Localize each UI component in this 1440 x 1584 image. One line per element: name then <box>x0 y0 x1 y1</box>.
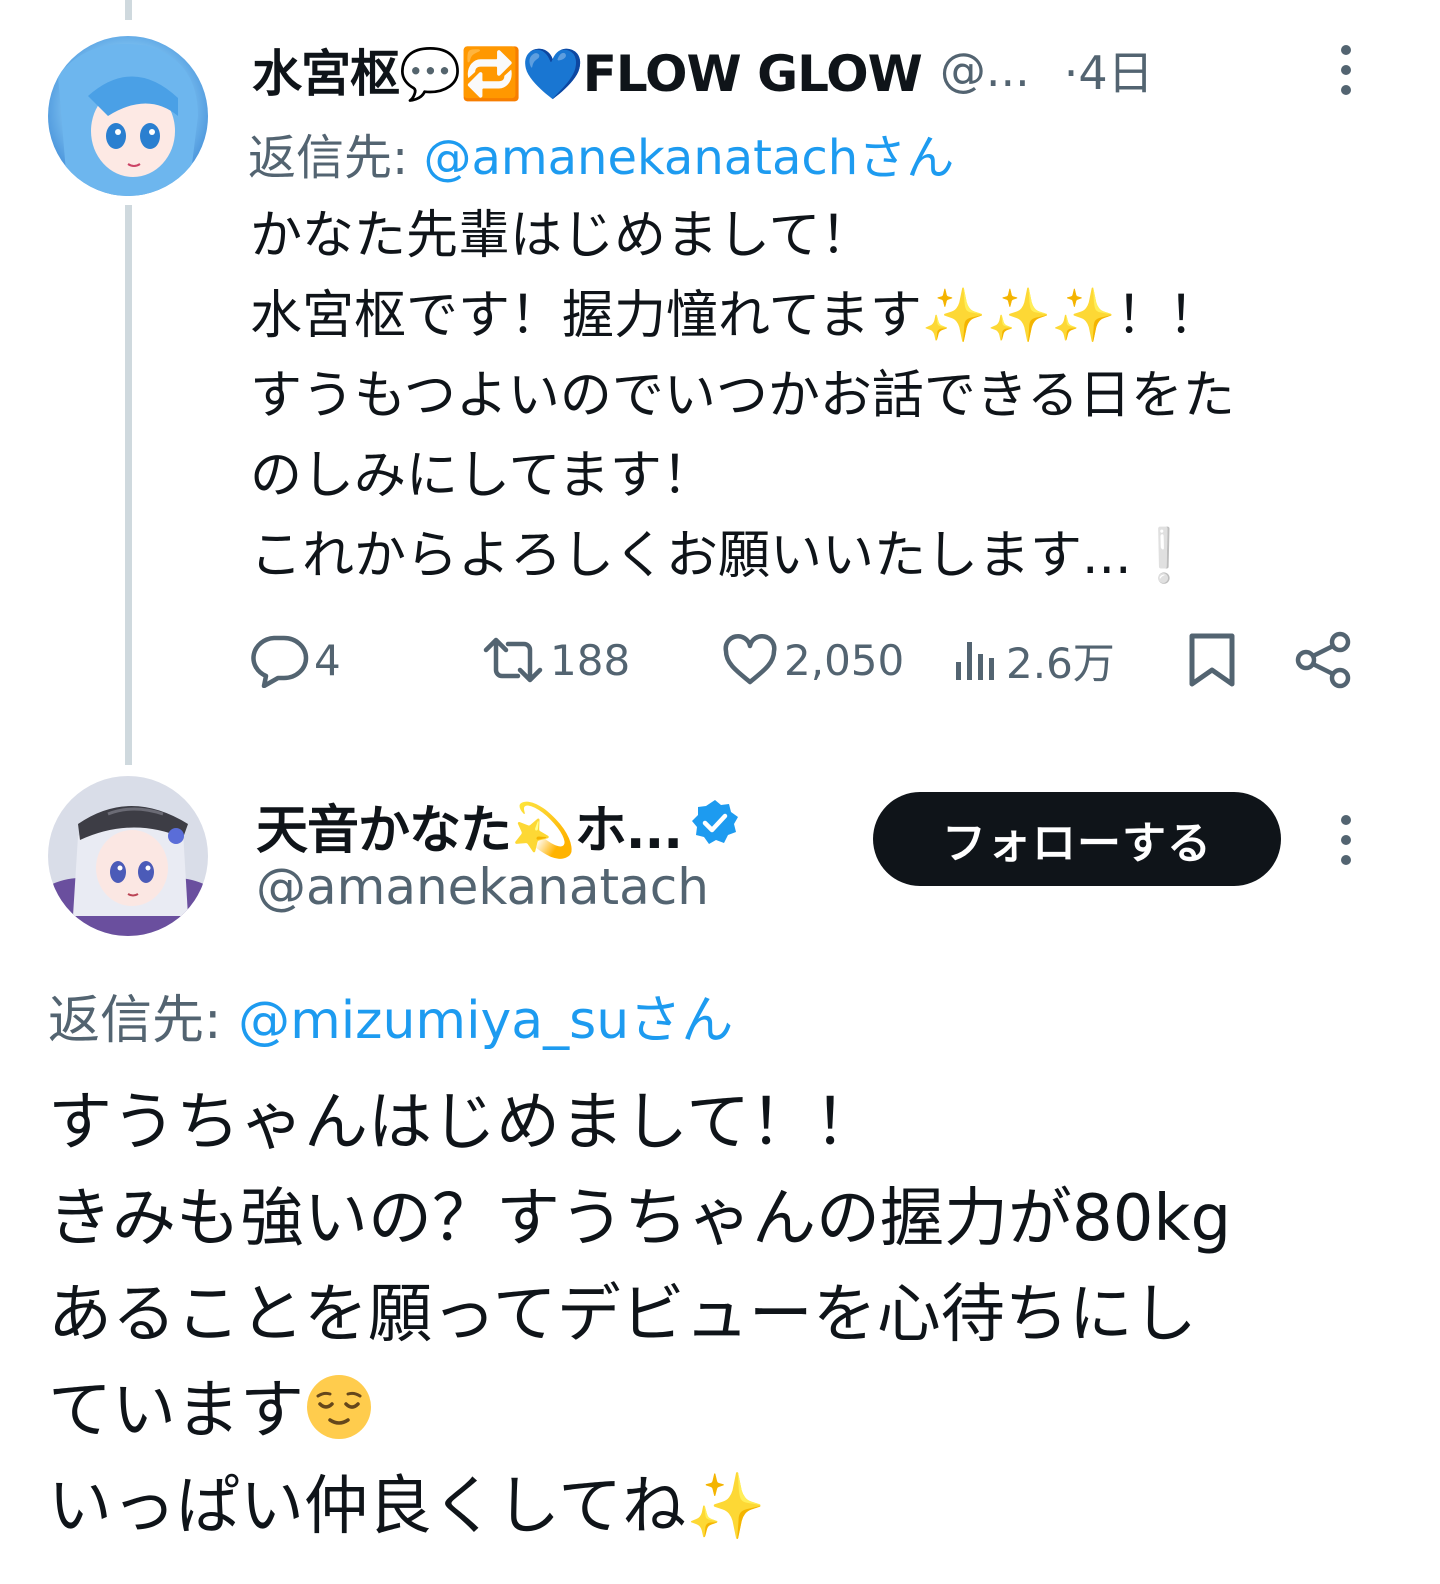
reply-to-line: 返信先: @amanekanatachさん <box>248 118 954 188</box>
author-handle[interactable]: @... <box>940 43 1030 97</box>
tweet-text-line: あることを願ってデビューを心待ちにし <box>48 1278 1197 1352</box>
tweet-text-line: すうちゃんはじめまして！！ <box>48 1086 879 1160</box>
reply-to-label: 返信先: <box>48 991 239 1051</box>
author-handle[interactable]: @amanekanatach <box>256 858 709 916</box>
reply-to-label: 返信先: <box>248 130 424 186</box>
tweet-text-line: きみも強いの？すうちゃんの握力が80kg <box>48 1182 1232 1256</box>
tweet2-header: 天音かなた💫ホ... <box>256 785 740 865</box>
bookmark-icon <box>1184 630 1240 690</box>
avatar[interactable] <box>48 776 208 936</box>
reply-icon <box>248 632 310 688</box>
follow-button[interactable]: フォローする <box>873 792 1281 886</box>
reply-count: 4 <box>314 635 341 685</box>
repost-icon <box>480 632 546 688</box>
bookmark-button[interactable] <box>1184 620 1240 700</box>
tweet-text: かなた先輩はじめまして！ 水宮枢です！握力憧れてます✨✨✨！！ すうもつよいので… <box>250 206 1235 586</box>
tweet1-header: 水宮枢💬🔁💙FLOW GLOW @... ·4日 <box>252 30 1372 110</box>
tweet-actions: 4 188 2,050 2.6万 <box>248 620 1358 700</box>
reply-to-mention[interactable]: @amanekanatachさん <box>423 130 954 186</box>
tweet-text-line: いっぱい仲良くしてね✨ <box>48 1470 766 1544</box>
more-dots-icon[interactable] <box>1336 40 1356 100</box>
reply-to-line: 返信先: @mizumiya_suさん <box>48 978 733 1053</box>
author-name[interactable]: 天音かなた💫ホ... <box>256 788 683 863</box>
repost-count: 188 <box>550 635 631 685</box>
views-button[interactable]: 2.6万 <box>952 620 1115 700</box>
like-button[interactable]: 2,050 <box>720 620 904 700</box>
author-name[interactable]: 水宮枢💬🔁💙FLOW GLOW <box>252 34 923 106</box>
views-icon <box>952 632 1002 688</box>
verified-badge-icon <box>690 798 740 852</box>
reply-to-mention[interactable]: @mizumiya_suさん <box>238 991 733 1051</box>
relieved-face-emoji-icon <box>304 1372 374 1442</box>
tweet-date[interactable]: ·4日 <box>1064 37 1154 103</box>
thread-line <box>125 205 132 765</box>
tweet-text-line: ています <box>48 1374 304 1448</box>
share-icon <box>1294 630 1354 690</box>
repost-button[interactable]: 188 <box>480 620 630 700</box>
more-dots-icon[interactable] <box>1336 810 1356 870</box>
views-count: 2.6万 <box>1006 638 1115 688</box>
reply-button[interactable]: 4 <box>248 620 341 700</box>
tweet-text: すうちゃんはじめまして！！ きみも強いの？すうちゃんの握力が80kg あることを… <box>48 1075 1408 1555</box>
avatar[interactable] <box>48 36 208 196</box>
share-button[interactable] <box>1294 620 1354 700</box>
like-count: 2,050 <box>784 635 905 685</box>
thread-line-top <box>125 0 132 20</box>
heart-icon <box>720 632 780 688</box>
